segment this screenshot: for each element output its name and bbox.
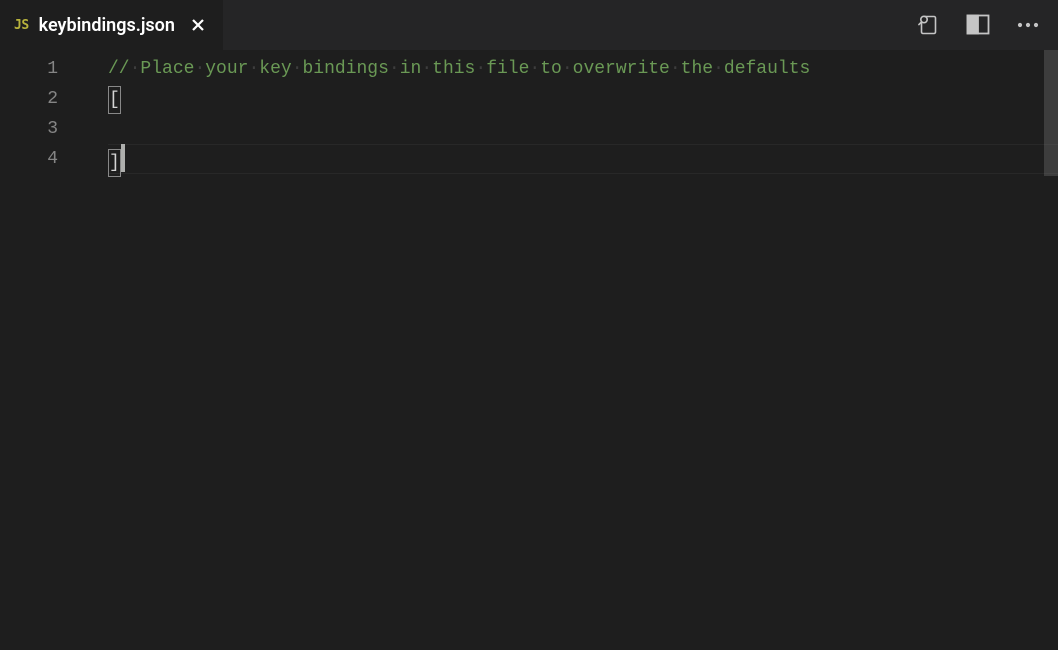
- editor-actions: [914, 0, 1058, 50]
- line-number: 4: [0, 144, 80, 174]
- more-icon[interactable]: [1014, 11, 1042, 39]
- text-cursor: [121, 144, 125, 172]
- code-line-current: ]: [108, 144, 1058, 174]
- vertical-scrollbar[interactable]: [1044, 50, 1058, 650]
- line-number-gutter: 1 2 3 4: [0, 50, 80, 650]
- line-number: 2: [0, 84, 80, 114]
- diff-icon[interactable]: [914, 11, 942, 39]
- split-editor-icon[interactable]: [964, 11, 992, 39]
- tabbar-spacer: [223, 0, 914, 50]
- code-line: [108, 114, 1058, 144]
- tab-title: keybindings.json: [39, 15, 175, 36]
- close-icon[interactable]: [189, 16, 207, 34]
- line-number: 3: [0, 114, 80, 144]
- code-line: //·Place·your·key·bindings·in·this·file·…: [108, 54, 1058, 84]
- js-file-icon: JS: [14, 18, 29, 33]
- code-editor[interactable]: 1 2 3 4 //·Place·your·key·bindings·in·th…: [0, 50, 1058, 650]
- code-area[interactable]: //·Place·your·key·bindings·in·this·file·…: [80, 50, 1058, 650]
- tab-keybindings[interactable]: JS keybindings.json: [0, 0, 223, 50]
- tab-bar: JS keybindings.json: [0, 0, 1058, 50]
- code-line: [: [108, 84, 1058, 114]
- scrollbar-thumb[interactable]: [1044, 50, 1058, 176]
- line-number: 1: [0, 54, 80, 84]
